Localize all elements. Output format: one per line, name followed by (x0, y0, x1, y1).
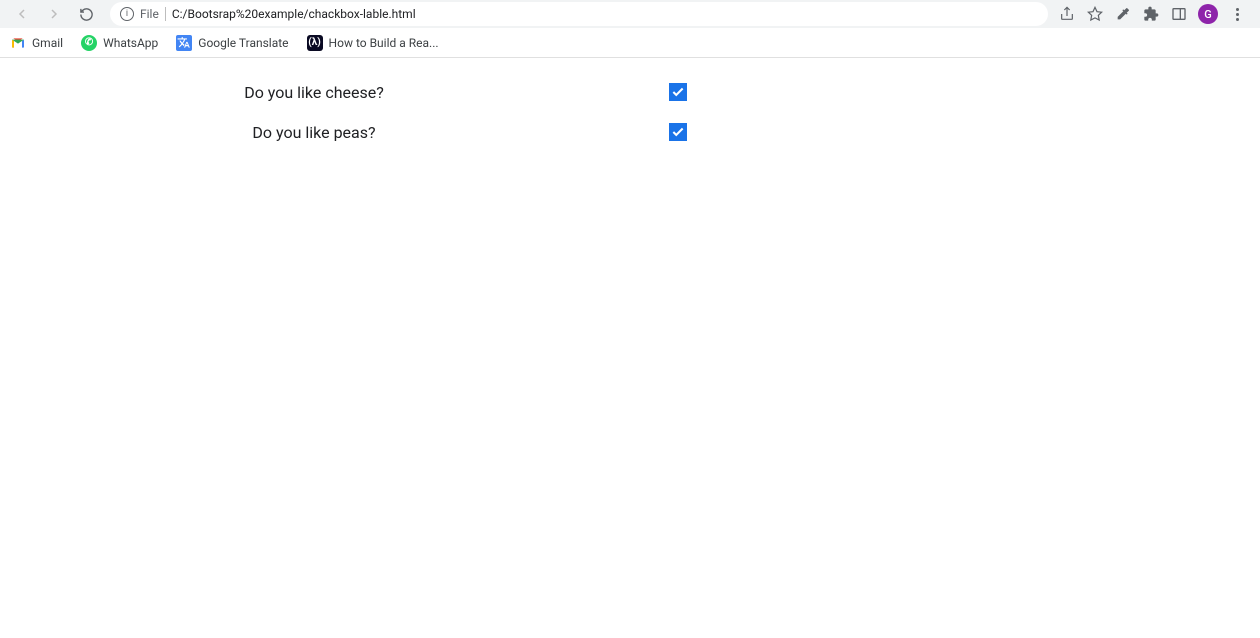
toolbar-right: G (1058, 4, 1252, 24)
bookmark-whatsapp[interactable]: ✆ WhatsApp (81, 35, 158, 51)
reload-button[interactable] (72, 0, 100, 28)
address-url: C:/Bootsrap%20example/chackbox-lable.htm… (172, 7, 416, 21)
info-icon: i (120, 7, 134, 21)
address-prefix: File (140, 7, 166, 21)
share-icon[interactable] (1058, 5, 1076, 23)
whatsapp-icon: ✆ (81, 35, 97, 51)
bookmark-freecodecamp[interactable]: (λ) How to Build a Rea... (307, 35, 439, 51)
bookmark-label: How to Build a Rea... (329, 36, 439, 50)
menu-icon[interactable] (1228, 5, 1246, 23)
gmail-icon (10, 35, 26, 51)
back-button[interactable] (8, 0, 36, 28)
page-content: Do you like cheese? Do you like peas? (0, 58, 1260, 166)
bookmark-label: Gmail (32, 36, 63, 50)
eyedropper-icon[interactable] (1114, 5, 1132, 23)
bookmark-google-translate[interactable]: Google Translate (176, 35, 288, 51)
bookmark-label: Google Translate (198, 36, 288, 50)
bookmarks-bar: Gmail ✆ WhatsApp Google Translate (λ) Ho… (0, 28, 1260, 58)
google-translate-icon (176, 35, 192, 51)
star-icon[interactable] (1086, 5, 1104, 23)
browser-toolbar: i File C:/Bootsrap%20example/chackbox-la… (0, 0, 1260, 28)
form-row-cheese: Do you like cheese? (0, 72, 1260, 112)
extensions-icon[interactable] (1142, 5, 1160, 23)
form-row-peas: Do you like peas? (0, 112, 1260, 152)
checkbox-peas[interactable] (669, 123, 687, 141)
bookmark-gmail[interactable]: Gmail (10, 35, 63, 51)
checkbox-cheese[interactable] (669, 83, 687, 101)
forward-button[interactable] (40, 0, 68, 28)
form-label: Do you like cheese? (0, 83, 628, 102)
profile-avatar[interactable]: G (1198, 4, 1218, 24)
panel-icon[interactable] (1170, 5, 1188, 23)
address-bar[interactable]: i File C:/Bootsrap%20example/chackbox-la… (110, 2, 1048, 26)
check-icon (671, 85, 685, 99)
freecodecamp-icon: (λ) (307, 35, 323, 51)
avatar-letter: G (1204, 8, 1212, 21)
check-icon (671, 125, 685, 139)
form-label: Do you like peas? (0, 123, 628, 142)
bookmark-label: WhatsApp (103, 36, 158, 50)
